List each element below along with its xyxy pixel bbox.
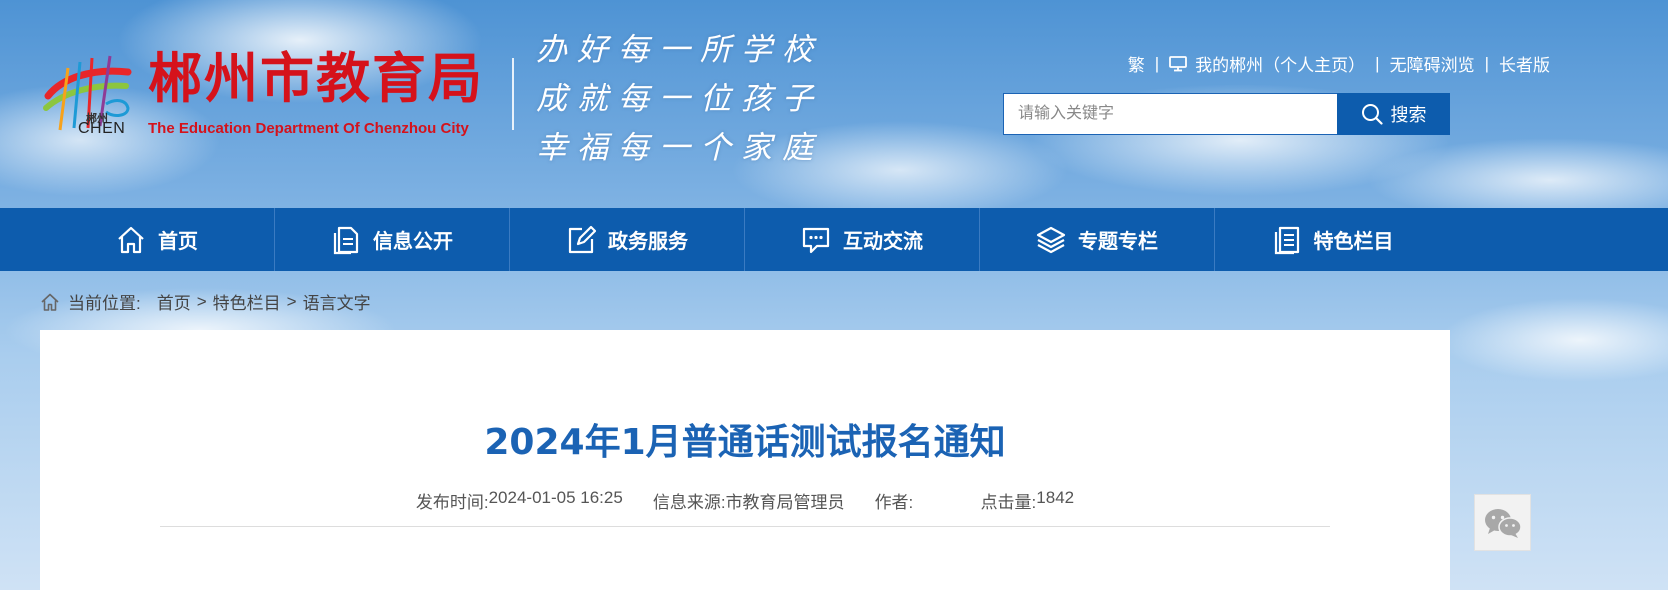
wechat-icon [1484, 508, 1522, 538]
title-divider [512, 58, 514, 130]
slogan-line-3: 幸福每一个家庭 [536, 130, 823, 166]
traditional-chinese-link[interactable]: 繁 [1128, 51, 1145, 76]
my-chenzhou-label: 我的郴州（个人主页） [1195, 56, 1366, 75]
nav-item-interaction[interactable]: 互动交流 [745, 208, 980, 271]
home-icon [118, 226, 144, 253]
article-title: 2024年1月普通话测试报名通知 [484, 422, 1006, 463]
breadcrumb-separator: > [196, 291, 207, 311]
link-separator: | [1154, 53, 1160, 73]
main-nav: 首页 信息公开 政务服务 互动交流 专题专栏 特色栏目 [0, 208, 1668, 271]
nav-item-label: 专题专栏 [1078, 231, 1158, 253]
search-button-label: 搜索 [1390, 105, 1427, 125]
home-icon [41, 293, 59, 311]
breadcrumb-item-featured[interactable]: 特色栏目 [213, 289, 281, 314]
search-box: 搜索 [1003, 93, 1450, 135]
layers-icon [1036, 226, 1066, 253]
breadcrumb: 当前位置: 首页 > 特色栏目 > 语言文字 [40, 289, 371, 314]
chat-icon [802, 227, 830, 253]
slogan-line-2: 成就每一位孩子 [536, 81, 823, 117]
article-meta: 发布时间: 2024-01-05 16:25 信息来源: 市教育局管理员 作者:… [40, 488, 1450, 513]
site-title-en: The Education Department Of Chenzhou Cit… [148, 120, 469, 137]
meta-publish-value: 2024-01-05 16:25 [488, 488, 623, 507]
meta-publish-label: 发布时间: [415, 493, 489, 512]
breadcrumb-label: 当前位置: [68, 294, 141, 313]
my-chenzhou-link[interactable]: 我的郴州（个人主页） [1169, 51, 1365, 76]
search-input[interactable] [1003, 93, 1337, 135]
slogan-line-1: 办好每一所学校 [536, 32, 823, 68]
meta-source-value: 市教育局管理员 [725, 493, 845, 512]
nav-item-label: 互动交流 [843, 231, 923, 253]
nav-item-label: 特色栏目 [1313, 231, 1394, 253]
nav-item-label: 信息公开 [373, 231, 453, 253]
article-panel: 2024年1月普通话测试报名通知 发布时间: 2024-01-05 16:25 … [40, 330, 1450, 590]
logo-text-en: CHEN [78, 120, 126, 137]
meta-views-label: 点击量: [980, 493, 1037, 512]
breadcrumb-item-language[interactable]: 语言文字 [303, 289, 371, 314]
meta-source-label: 信息来源: [652, 493, 726, 512]
meta-author-label: 作者: [874, 493, 914, 512]
meta-source: 信息来源: 市教育局管理员 [653, 488, 845, 513]
nav-item-featured-columns[interactable]: 特色栏目 [1215, 208, 1450, 271]
site-title[interactable]: 郴州市教育局 [148, 46, 484, 110]
nav-item-label: 政务服务 [608, 231, 688, 253]
nav-item-label: 首页 [158, 231, 198, 253]
monitor-icon [1169, 55, 1188, 71]
nav-item-home[interactable]: 首页 [40, 208, 275, 271]
search-button[interactable]: 搜索 [1337, 93, 1450, 135]
meta-divider [160, 526, 1330, 527]
breadcrumb-item-home[interactable]: 首页 [157, 289, 191, 314]
accessibility-link[interactable]: 无障碍浏览 [1390, 51, 1475, 76]
list-document-icon [1274, 226, 1299, 254]
search-icon [1361, 104, 1383, 125]
nav-item-gov-services[interactable]: 政务服务 [510, 208, 745, 271]
link-separator: | [1375, 53, 1380, 73]
meta-views-value: 1842 [1036, 488, 1075, 507]
edit-icon [568, 225, 596, 253]
top-links: 繁 | 我的郴州（个人主页） | 无障碍浏览 | 长者版 [1128, 51, 1550, 76]
nav-item-info-disclosure[interactable]: 信息公开 [275, 208, 510, 271]
elder-version-link[interactable]: 长者版 [1499, 51, 1550, 76]
meta-views: 点击量: 1842 [981, 488, 1075, 513]
meta-author: 作者: [875, 488, 951, 513]
document-icon [333, 226, 359, 254]
wechat-float-button[interactable] [1474, 494, 1531, 551]
link-separator: | [1484, 53, 1489, 73]
breadcrumb-separator: > [286, 291, 297, 311]
nav-item-special-topics[interactable]: 专题专栏 [980, 208, 1215, 271]
meta-publish-time: 发布时间: 2024-01-05 16:25 [416, 488, 623, 513]
